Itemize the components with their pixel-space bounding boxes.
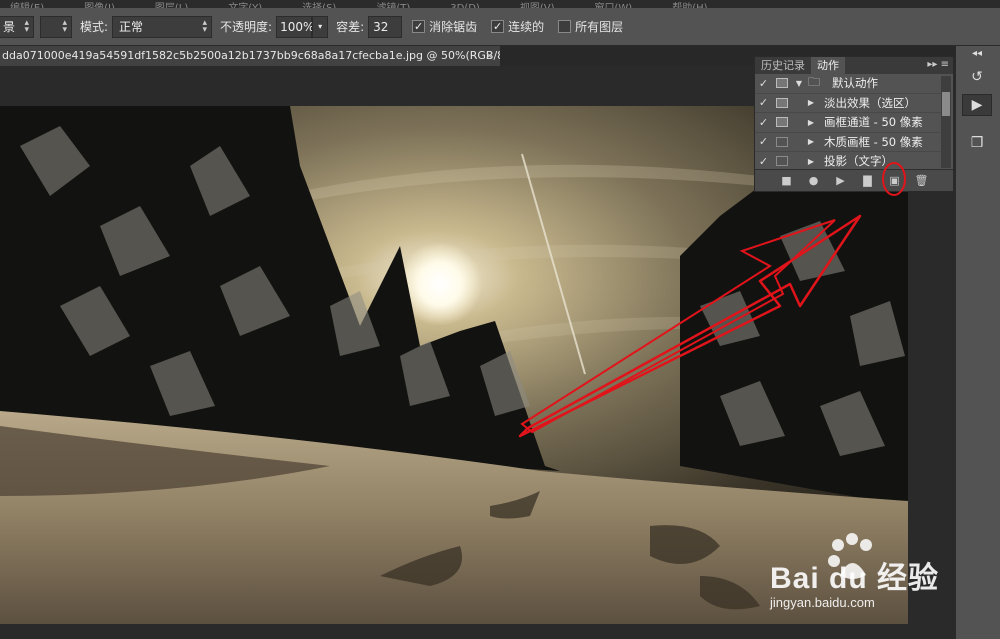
check-icon[interactable]: ✓ — [755, 77, 772, 90]
menu-bar: 编辑(E)图像(I)图层(L)文字(Y)选择(S)滤镜(T)3D(D)视图(V)… — [0, 0, 1000, 8]
expanded-triangle-icon[interactable]: ▼ — [792, 79, 806, 88]
all-layers-checkbox[interactable] — [558, 20, 572, 33]
contiguous-checkbox[interactable]: ✓ — [491, 20, 505, 33]
history-panel-icon[interactable]: ↺ — [962, 66, 992, 88]
check-icon[interactable]: ✓ — [755, 96, 772, 109]
play-icon[interactable]: ▶ — [827, 174, 854, 187]
tolerance-label: 容差: — [336, 20, 365, 34]
dropdown-arrow-icon: ▴ ▾ — [24, 17, 29, 35]
swatch-dropdown[interactable]: ▴ ▾ — [40, 15, 72, 38]
document-tab[interactable]: dda071000e419a54591df1582c5b2500a12b1737… — [0, 46, 500, 66]
panel-scrollbar[interactable] — [941, 76, 951, 168]
actions-panel: 历史记录 动作 ▸▸ ≡ ✓ ▼ 🗀 默认动作 ✓ ▶ 淡出效果（选区） ✓ ▶ 画框通道 - 5… — [754, 56, 954, 196]
dropdown-arrow-icon: ▴ ▾ — [202, 17, 208, 35]
all-layers-label: 所有图层 — [575, 20, 624, 34]
right-toolbar: ◂◂ ↺ ▶ ❒ — [955, 46, 1000, 639]
chevron-down-icon: ▾ — [318, 22, 323, 31]
baidu-watermark: Bai du 经验 jingyan.baidu.com — [770, 531, 960, 631]
dropdown-arrow-icon: ▴ ▾ — [62, 17, 67, 35]
actions-panel-icon[interactable]: ▶ — [962, 94, 992, 116]
contiguous-label: 连续的 — [508, 20, 545, 34]
collapsed-triangle-icon[interactable]: ▶ — [804, 98, 818, 107]
new-set-icon[interactable]: ▇ — [854, 174, 881, 187]
action-label: 画框通道 - 50 像素 — [824, 115, 923, 130]
check-icon[interactable]: ✓ — [755, 135, 772, 148]
collapsed-triangle-icon[interactable]: ▶ — [804, 137, 818, 146]
mode-label: 模式: — [80, 20, 109, 34]
dialog-toggle-icon[interactable] — [776, 117, 788, 128]
dialog-toggle-icon[interactable] — [776, 97, 788, 108]
opacity-input[interactable]: 100% — [276, 15, 314, 38]
dialog-toggle-icon[interactable] — [776, 136, 788, 147]
collapsed-triangle-icon[interactable]: ▶ — [804, 118, 818, 127]
action-label: 默认动作 — [832, 76, 879, 91]
action-label: 木质画框 - 50 像素 — [824, 134, 923, 149]
record-icon[interactable]: ● — [800, 174, 827, 187]
check-icon[interactable]: ✓ — [755, 155, 772, 168]
action-label: 淡出效果（选区） — [824, 95, 916, 110]
opacity-label: 不透明度: — [220, 20, 273, 34]
antialias-checkbox[interactable]: ✓ — [412, 20, 426, 33]
panel-tabs: 历史记录 动作 ▸▸ ≡ — [755, 57, 953, 74]
scrollbar-thumb[interactable] — [942, 92, 950, 116]
collapse-panels-icon[interactable]: ◂◂ — [962, 48, 992, 59]
action-row[interactable]: ✓ ▶ 木质画框 - 50 像素 — [755, 133, 941, 152]
red-circle-annotation — [882, 162, 906, 196]
antialias-label: 消除锯齿 — [429, 20, 478, 34]
3d-panel-icon[interactable]: ❒ — [962, 132, 992, 154]
collapsed-triangle-icon[interactable]: ▶ — [804, 157, 818, 166]
actions-list: ✓ ▼ 🗀 默认动作 ✓ ▶ 淡出效果（选区） ✓ ▶ 画框通道 - 50 像素 ✓ ▶ 木质画框 - … — [755, 74, 953, 172]
tolerance-input[interactable]: 32 — [368, 15, 403, 38]
mode-dropdown[interactable]: 正常 ▴ ▾ — [112, 15, 213, 38]
stop-icon[interactable]: ■ — [773, 174, 800, 187]
tab-actions[interactable]: 动作 — [811, 57, 845, 74]
close-icon[interactable]: × — [485, 46, 494, 66]
delete-icon[interactable]: 🗑 — [908, 174, 935, 187]
panel-menu-icon[interactable]: ▸▸ ≡ — [927, 59, 949, 70]
folder-icon: 🗀 — [808, 74, 821, 89]
check-icon[interactable]: ✓ — [755, 116, 772, 129]
document-tab-title: dda071000e419a54591df1582c5b2500a12b1737… — [2, 49, 500, 62]
dialog-toggle-icon[interactable] — [776, 156, 788, 167]
action-row[interactable]: ✓ ▶ 画框通道 - 50 像素 — [755, 113, 941, 133]
dialog-toggle-icon[interactable] — [776, 78, 788, 89]
watermark-url: jingyan.baidu.com — [770, 595, 875, 610]
new-action-icon[interactable]: ▣ — [881, 162, 908, 196]
action-row[interactable]: ✓ ▶ 淡出效果（选区） — [755, 94, 941, 113]
panel-footer: ■ ● ▶ ▇ ▣ 🗑 — [755, 162, 953, 196]
action-row[interactable]: ✓ ▼ 🗀 默认动作 — [755, 74, 941, 94]
options-bar: 景 ▴ ▾ ▴ ▾ 模式: 正常 ▴ ▾ 不透明度: 100% ▾ 容差: 32 ✓ 消除… — [0, 8, 1000, 46]
sample-dropdown[interactable]: 景 ▴ ▾ — [0, 15, 34, 38]
tab-history[interactable]: 历史记录 — [755, 57, 811, 74]
opacity-dropdown-button[interactable]: ▾ — [312, 15, 329, 38]
watermark-brand: Bai du 经验 — [770, 562, 940, 595]
